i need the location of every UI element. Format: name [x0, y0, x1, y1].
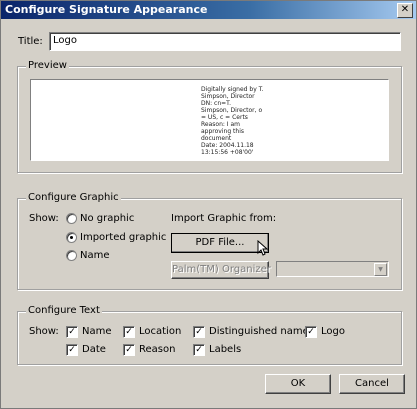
configure-text-group: Configure Text Show: ✓ Name ✓ Location ✓…: [17, 305, 402, 365]
check-icon: ✓: [195, 345, 203, 355]
ok-button-label: OK: [290, 378, 306, 389]
chevron-down-icon[interactable]: ▼: [374, 263, 387, 276]
radio-name-circle[interactable]: [66, 250, 77, 261]
pdf-file-button[interactable]: PDF File...: [171, 233, 269, 253]
check-icon: ✓: [195, 327, 203, 337]
signature-preview: Digitally signed by T. Simpson, Director…: [30, 79, 389, 161]
title-input[interactable]: Logo: [49, 32, 401, 51]
preview-group: Preview Digitally signed by T. Simpson, …: [17, 60, 402, 173]
configure-graphic-group: Configure Graphic Show: No graphic Impor…: [17, 192, 402, 290]
radio-imported-graphic-label: Imported graphic: [80, 232, 167, 243]
cancel-button-label: Cancel: [355, 378, 389, 389]
configure-text-legend: Configure Text: [26, 305, 102, 316]
radio-imported-graphic-circle[interactable]: [66, 232, 77, 243]
configure-graphic-legend: Configure Graphic: [26, 192, 121, 203]
title-bar[interactable]: Configure Signature Appearance ✕: [1, 1, 416, 19]
pdf-file-button-label: PDF File...: [195, 237, 245, 248]
checkbox-location-label: Location: [139, 326, 182, 337]
checkbox-logo-label: Logo: [321, 326, 345, 337]
title-field-label: Title:: [18, 36, 43, 47]
checkbox-name-label: Name: [82, 326, 112, 337]
close-button[interactable]: ✕: [397, 3, 413, 18]
palm-organizer-button-label: Palm(TM) Organizer: [172, 264, 271, 275]
checkbox-labels-label: Labels: [209, 344, 242, 355]
check-icon: ✓: [307, 327, 315, 337]
checkbox-location-box[interactable]: ✓: [123, 326, 135, 338]
radio-no-graphic-circle[interactable]: [66, 213, 77, 224]
checkbox-labels-box[interactable]: ✓: [193, 344, 205, 356]
text-show-label: Show:: [29, 326, 59, 337]
radio-selected-dot: [70, 236, 73, 239]
palm-organizer-button[interactable]: Palm(TM) Organizer: [171, 261, 271, 279]
cancel-button[interactable]: Cancel: [339, 374, 405, 394]
checkbox-reason-box[interactable]: ✓: [123, 344, 135, 356]
mouse-pointer-icon: [257, 240, 269, 256]
check-icon: ✓: [125, 327, 133, 337]
configure-signature-appearance-dialog: Configure Signature Appearance ✕ Title: …: [0, 0, 417, 409]
checkbox-reason-label: Reason: [139, 344, 176, 355]
check-icon: ✓: [125, 345, 133, 355]
import-graphic-label: Import Graphic from:: [171, 213, 277, 224]
checkbox-distinguished-name-label: Distinguished name: [209, 326, 309, 337]
checkbox-name-box[interactable]: ✓: [66, 326, 78, 338]
checkbox-date-label: Date: [82, 344, 106, 355]
dialog-title: Configure Signature Appearance: [5, 3, 208, 16]
ok-button[interactable]: OK: [265, 374, 331, 394]
close-icon: ✕: [400, 4, 410, 15]
preview-legend: Preview: [26, 60, 69, 71]
radio-no-graphic-label: No graphic: [80, 213, 135, 224]
checkbox-date-box[interactable]: ✓: [66, 344, 78, 356]
checkbox-distinguished-name-box[interactable]: ✓: [193, 326, 205, 338]
check-icon: ✓: [68, 327, 76, 337]
graphic-show-label: Show:: [29, 213, 59, 224]
preview-signature-text: Digitally signed by T. Simpson, Director…: [201, 86, 264, 156]
title-input-value: Logo: [53, 35, 77, 46]
checkbox-logo-box[interactable]: ✓: [305, 326, 317, 338]
palm-organizer-dropdown[interactable]: ▼: [276, 261, 389, 277]
check-icon: ✓: [68, 345, 76, 355]
radio-name-label: Name: [80, 250, 110, 261]
